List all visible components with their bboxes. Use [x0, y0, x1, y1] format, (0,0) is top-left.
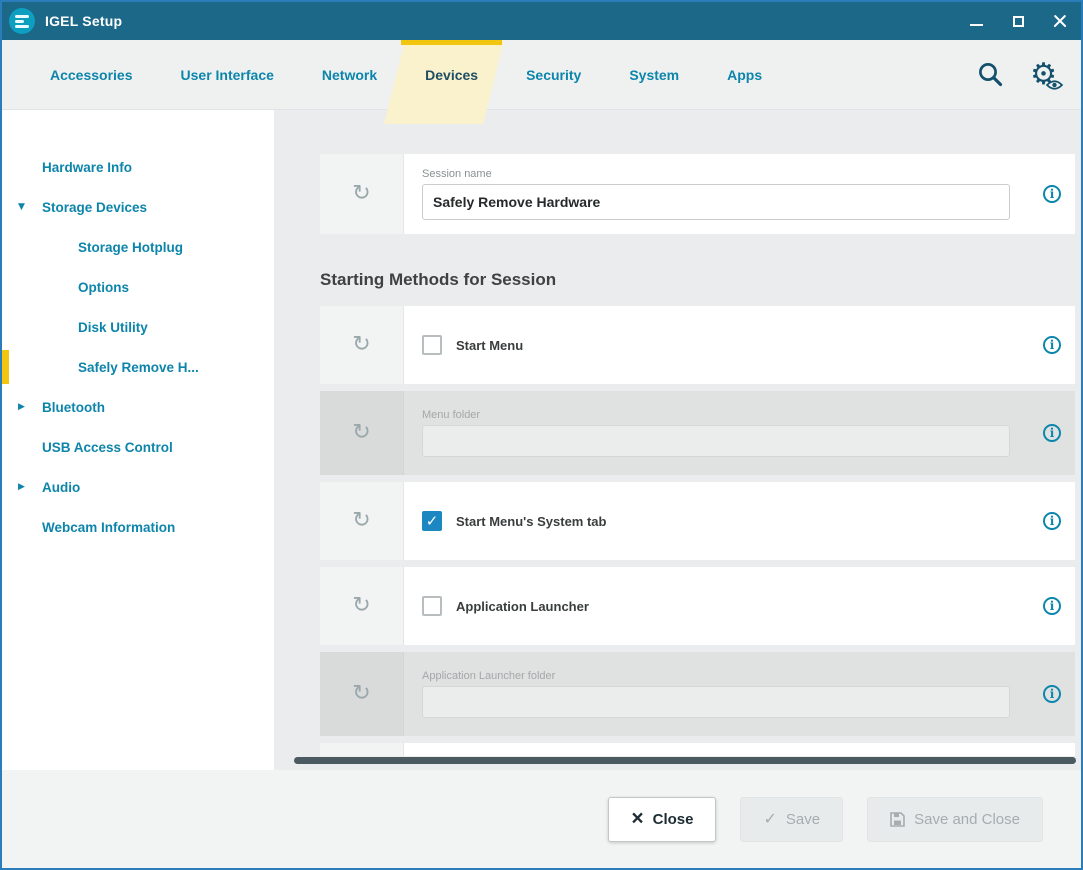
settings-panel: ↻ Session name Starting Methods for Sess…	[274, 110, 1081, 770]
checkmark-icon: ✓	[763, 811, 776, 827]
tabbar-icons: ⚙	[977, 40, 1067, 109]
save-and-close-button: Save and Close	[867, 797, 1043, 842]
search-icon[interactable]	[977, 61, 1004, 88]
session-name-label: Session name	[422, 168, 492, 180]
settings-visibility-icon[interactable]: ⚙	[1030, 60, 1057, 90]
sidebar-item-safely-remove-hardware[interactable]: Safely Remove H...	[2, 347, 274, 387]
tab-devices[interactable]: Devices	[401, 40, 502, 109]
sidebar-item-storage-devices[interactable]: Storage Devices	[2, 187, 274, 227]
setting-row-start-menu-system-tab: ↻ Start Menu's System tab	[320, 482, 1075, 560]
info-icon[interactable]	[1043, 685, 1061, 703]
titlebar[interactable]: IGEL Setup	[2, 2, 1081, 40]
minimize-button[interactable]	[955, 2, 997, 40]
tab-bar: Accessories User Interface Network Devic…	[2, 40, 1081, 110]
close-icon	[1053, 14, 1067, 28]
save-button: ✓ Save	[740, 797, 843, 842]
reset-icon: ↻	[352, 334, 370, 356]
info-icon[interactable]	[1043, 597, 1061, 615]
sidebar-item-usb-access-control[interactable]: USB Access Control	[2, 427, 274, 467]
reset-icon: ↻	[352, 683, 370, 705]
tab-apps[interactable]: Apps	[703, 40, 786, 109]
reset-icon: ↻	[352, 510, 370, 532]
sidebar-item-options[interactable]: Options	[2, 267, 274, 307]
eye-icon	[1046, 79, 1063, 91]
x-mark-icon: ×	[631, 808, 643, 829]
active-tab-topbar	[401, 40, 502, 45]
setting-row-start-menu: ↻ Start Menu	[320, 306, 1075, 384]
expand-arrow-icon[interactable]	[18, 482, 25, 492]
close-button[interactable]: × Close	[608, 797, 716, 842]
info-icon[interactable]	[1043, 185, 1061, 203]
reset-to-default-button[interactable]: ↻	[320, 154, 404, 234]
floppy-disk-icon	[890, 812, 905, 827]
sidebar-item-bluetooth[interactable]: Bluetooth	[2, 387, 274, 427]
reset-icon: ↻	[352, 422, 370, 444]
section-title: Starting Methods for Session	[320, 270, 1075, 290]
application-launcher-folder-input	[422, 686, 1010, 718]
setting-row-menu-folder: ↻ Menu folder	[320, 391, 1075, 475]
footer-button-bar: × Close ✓ Save Save and Close	[2, 770, 1081, 868]
sidebar-item-storage-hotplug[interactable]: Storage Hotplug	[2, 227, 274, 267]
reset-icon: ↻	[352, 595, 370, 617]
application-launcher-folder-label: Application Launcher folder	[422, 670, 555, 682]
session-name-row: ↻ Session name	[320, 154, 1075, 234]
close-window-button[interactable]	[1039, 2, 1081, 40]
tab-security[interactable]: Security	[502, 40, 605, 109]
partial-row	[320, 743, 1075, 756]
window-title: IGEL Setup	[45, 13, 122, 29]
reset-to-default-button[interactable]: ↻	[320, 482, 404, 560]
expand-arrow-icon[interactable]	[18, 402, 25, 412]
window-body: Hardware Info Storage Devices Storage Ho…	[2, 110, 1081, 770]
setting-row-application-launcher: ↻ Application Launcher	[320, 567, 1075, 645]
igel-logo-icon	[9, 8, 35, 34]
application-launcher-checkbox[interactable]	[422, 596, 442, 616]
maximize-button[interactable]	[997, 2, 1039, 40]
menu-folder-input	[422, 425, 1010, 457]
collapse-arrow-icon[interactable]	[18, 202, 25, 212]
session-name-input[interactable]	[422, 184, 1010, 220]
maximize-icon	[1013, 16, 1024, 27]
info-icon[interactable]	[1043, 424, 1061, 442]
checkbox-label[interactable]: Start Menu	[456, 338, 523, 353]
tab-accessories[interactable]: Accessories	[26, 40, 157, 109]
info-icon[interactable]	[1043, 336, 1061, 354]
checkbox-label[interactable]: Start Menu's System tab	[456, 514, 606, 529]
reset-to-default-button[interactable]: ↻	[320, 391, 404, 475]
tab-user-interface[interactable]: User Interface	[157, 40, 298, 109]
reset-to-default-button[interactable]: ↻	[320, 652, 404, 736]
igel-setup-window: IGEL Setup Accessories User Interface Ne…	[0, 0, 1083, 870]
sidebar-item-audio[interactable]: Audio	[2, 467, 274, 507]
start-menu-checkbox[interactable]	[422, 335, 442, 355]
checkbox-label[interactable]: Application Launcher	[456, 599, 589, 614]
window-controls	[955, 2, 1081, 40]
sidebar-item-disk-utility[interactable]: Disk Utility	[2, 307, 274, 347]
sidebar-item-hardware-info[interactable]: Hardware Info	[2, 147, 274, 187]
setting-row-application-launcher-folder: ↻ Application Launcher folder	[320, 652, 1075, 736]
navigation-sidebar: Hardware Info Storage Devices Storage Ho…	[2, 110, 274, 770]
horizontal-scrollbar[interactable]	[294, 757, 1076, 764]
tab-system[interactable]: System	[605, 40, 703, 109]
reset-to-default-button[interactable]: ↻	[320, 306, 404, 384]
menu-folder-label: Menu folder	[422, 409, 480, 421]
minimize-icon	[970, 24, 983, 26]
reset-icon: ↻	[352, 183, 370, 205]
reset-to-default-button[interactable]: ↻	[320, 567, 404, 645]
tab-network[interactable]: Network	[298, 40, 401, 109]
sidebar-item-webcam-information[interactable]: Webcam Information	[2, 507, 274, 547]
start-menu-system-tab-checkbox[interactable]	[422, 511, 442, 531]
info-icon[interactable]	[1043, 512, 1061, 530]
